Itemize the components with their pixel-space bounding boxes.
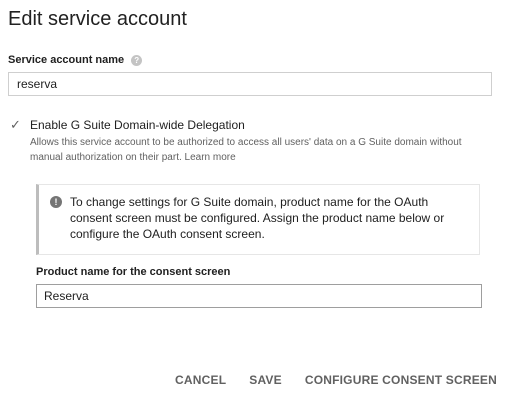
save-button[interactable]: SAVE xyxy=(249,373,282,387)
delegation-text: Enable G Suite Domain-wide Delegation Al… xyxy=(30,118,470,165)
info-text: To change settings for G Suite domain, p… xyxy=(70,195,445,241)
dialog-actions: CANCEL SAVE CONFIGURE CONSENT SCREEN xyxy=(175,373,497,387)
learn-more-link[interactable]: Learn more xyxy=(185,152,236,163)
product-name-label: Product name for the consent screen xyxy=(36,266,231,278)
delegation-description-text: Allows this service account to be author… xyxy=(30,137,462,163)
service-account-name-label: Service account name xyxy=(8,54,125,66)
info-icon: ! xyxy=(50,196,62,208)
delegation-label[interactable]: Enable G Suite Domain-wide Delegation xyxy=(30,118,470,132)
delegation-description: Allows this service account to be author… xyxy=(30,135,470,165)
service-account-name-input[interactable] xyxy=(8,72,492,96)
dialog-title: Edit service account xyxy=(8,8,187,30)
cancel-button[interactable]: CANCEL xyxy=(175,373,226,387)
service-account-name-label-row: Service account name ? xyxy=(8,54,143,66)
info-box: ! To change settings for G Suite domain,… xyxy=(36,184,480,255)
checkmark-icon[interactable]: ✓ xyxy=(10,118,24,132)
configure-consent-screen-button[interactable]: CONFIGURE CONSENT SCREEN xyxy=(305,373,497,387)
help-icon[interactable]: ? xyxy=(131,54,143,66)
delegation-row: ✓ Enable G Suite Domain-wide Delegation … xyxy=(10,118,470,165)
product-name-input[interactable] xyxy=(36,284,482,308)
